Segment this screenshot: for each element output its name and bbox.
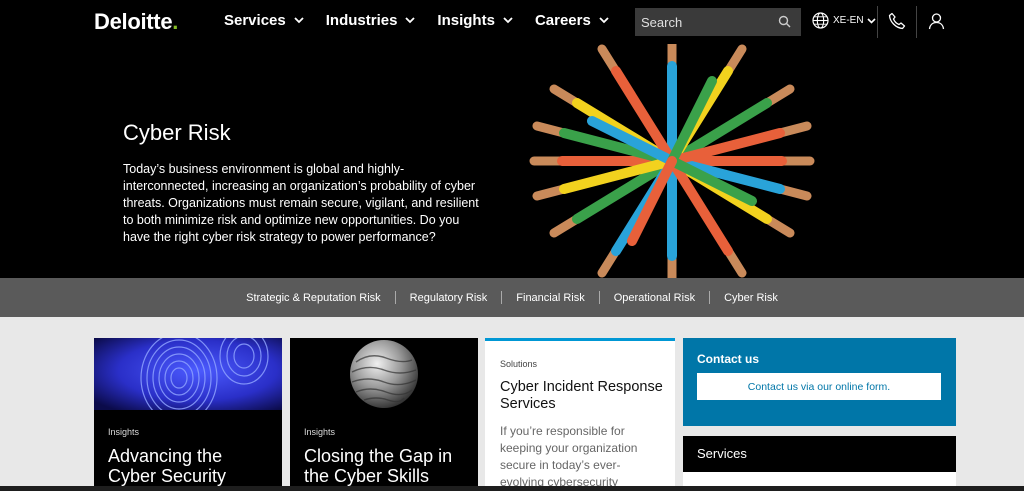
subnav-cyber-risk[interactable]: Cyber Risk [710, 292, 792, 304]
solution-card[interactable]: Solutions Cyber Incident Response Servic… [485, 338, 675, 491]
locale-label: XE-EN [833, 15, 864, 26]
contact-panel: Contact us Contact us via our online for… [683, 338, 956, 426]
user-icon[interactable] [928, 12, 945, 30]
card-tag: Solutions [500, 359, 538, 369]
search-icon[interactable] [778, 15, 791, 28]
services-heading: Services [697, 446, 747, 461]
insight-card[interactable]: Insights Closing the Gap in the Cyber Sk… [290, 338, 478, 491]
header-divider [916, 6, 917, 38]
topic-subnav: Strategic & Reputation Risk Regulatory R… [0, 278, 1024, 317]
cables-image [529, 44, 815, 278]
insight-card[interactable]: Insights Advancing the Cyber Security [94, 338, 282, 491]
subnav-strategic-reputation-risk[interactable]: Strategic & Reputation Risk [232, 292, 395, 304]
card-title[interactable]: Closing the Gap in the Cyber Skills [304, 446, 469, 486]
chevron-down-icon [405, 17, 416, 24]
textured-sphere-image [290, 338, 478, 410]
services-panel[interactable]: Services [683, 436, 956, 472]
search-box [635, 8, 801, 36]
chevron-down-icon [503, 17, 513, 24]
subnav-regulatory-risk[interactable]: Regulatory Risk [396, 292, 502, 304]
card-title[interactable]: Advancing the Cyber Security [108, 446, 273, 486]
search-input[interactable] [641, 14, 771, 30]
contact-form-button[interactable]: Contact us via our online form. [697, 373, 941, 400]
card-title[interactable]: Cyber Incident Response Services [500, 379, 665, 413]
locale-selector[interactable]: XE-EN [812, 12, 876, 29]
card-description: If you’re responsible for keeping your o… [500, 424, 638, 489]
chevron-down-icon [294, 17, 304, 24]
contact-title: Contact us [697, 352, 760, 366]
page-title: Cyber Risk [123, 120, 231, 145]
main-nav: Services Industries Insights Careers [224, 12, 631, 29]
phone-icon[interactable] [888, 12, 906, 30]
chevron-down-icon [866, 17, 876, 24]
nav-insights[interactable]: Insights [437, 12, 513, 29]
chevron-down-icon [599, 17, 609, 24]
subnav-financial-risk[interactable]: Financial Risk [502, 292, 598, 304]
header-divider [877, 6, 878, 38]
card-tag: Insights [304, 427, 336, 437]
nav-services[interactable]: Services [224, 12, 304, 29]
nav-industries[interactable]: Industries [326, 12, 416, 29]
card-tag: Insights [108, 427, 140, 437]
globe-icon [812, 12, 829, 29]
hero-description: Today’s business environment is global a… [123, 162, 479, 244]
fingerprint-image [94, 338, 282, 410]
subnav-operational-risk[interactable]: Operational Risk [600, 292, 709, 304]
deloitte-logo[interactable]: Deloitte. [94, 9, 178, 35]
nav-careers[interactable]: Careers [535, 12, 609, 29]
site-header: Deloitte. Services Industries Insights C… [0, 0, 1024, 44]
bottom-bar [0, 486, 1024, 491]
hero-banner: Cyber Risk Today’s business environment … [0, 44, 1024, 278]
